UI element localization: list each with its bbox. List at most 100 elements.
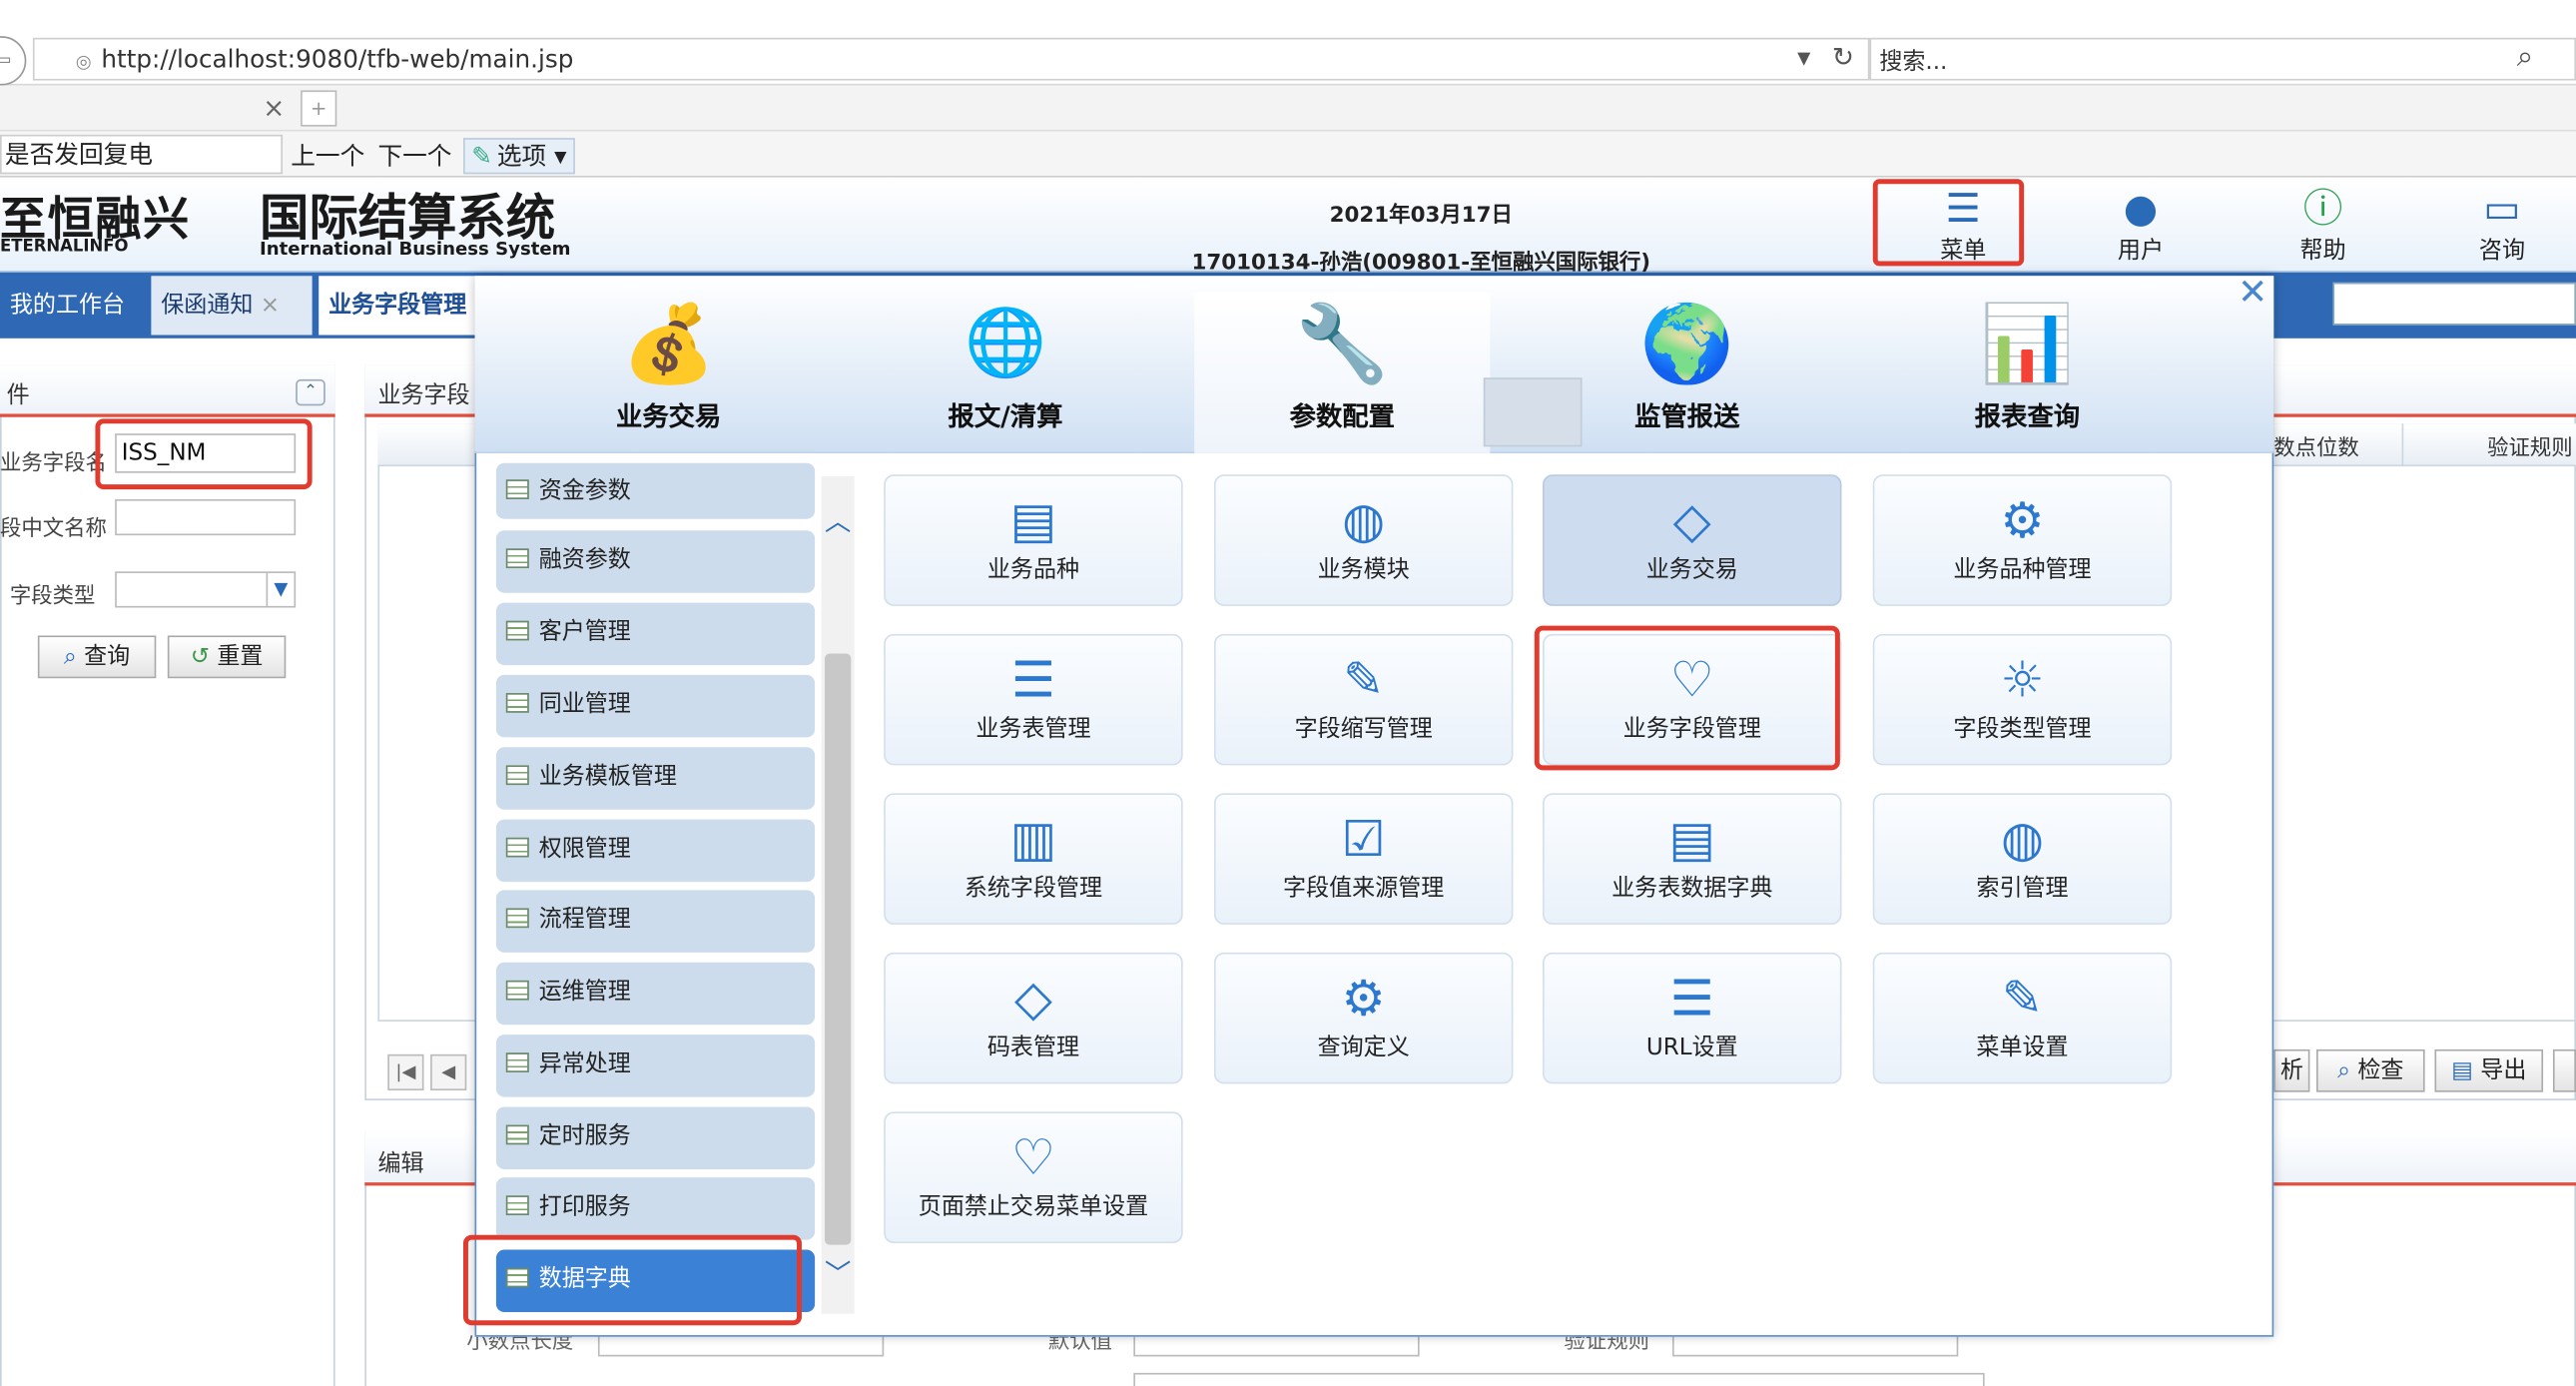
reset-button[interactable]: ↺ 重置 [167, 635, 287, 679]
side-item-ops[interactable]: 运维管理 [495, 962, 816, 1026]
list-icon: ☰ [1669, 970, 1714, 1029]
chevron-down-icon[interactable]: ﹀ [822, 1251, 855, 1290]
category-report-query[interactable]: 📊 报表查询 [1879, 293, 2175, 453]
card-code-table[interactable]: ◇ 码表管理 [884, 952, 1183, 1084]
tab-guarantee-notice[interactable]: 保函通知 × [151, 276, 313, 336]
card-business-module[interactable]: ◍ 业务模块 [1213, 474, 1514, 606]
side-item-fund-params[interactable]: 资金参数 [495, 462, 816, 519]
bar-chart-icon: 📊 [1980, 299, 2075, 388]
collapse-icon[interactable]: ⌃ [296, 378, 325, 406]
card-table-dictionary[interactable]: ▤ 业务表数据字典 [1543, 793, 1842, 925]
query-button[interactable]: ⌕ 查询 [37, 635, 157, 679]
dropdown-icon[interactable]: ▾ [1797, 41, 1810, 72]
card-system-field[interactable]: ▥ 系统字段管理 [884, 793, 1183, 925]
card-page-forbid-menu[interactable]: ♡ 页面禁止交易菜单设置 [884, 1111, 1183, 1243]
chat-icon: ▭ [2483, 185, 2521, 232]
field-cn-name-input[interactable] [115, 498, 297, 536]
id-card-icon: ▤ [1009, 492, 1057, 550]
new-tab-button[interactable]: + [301, 90, 337, 127]
card-field-type[interactable]: ☼ 字段类型管理 [1872, 633, 2173, 766]
search-icon: ⌕ [63, 643, 77, 670]
chevron-down-icon[interactable]: ▼ [266, 572, 295, 606]
current-user: 17010134-孙浩(009801-至恒融兴国际银行) [1191, 251, 1651, 277]
card-menu-settings[interactable]: ✎ 菜单设置 [1872, 952, 2173, 1084]
gear-icon: ⚙ [2000, 492, 2045, 550]
side-item-customer[interactable]: 客户管理 [495, 602, 816, 666]
tools-icon: 🔧 [1295, 299, 1390, 388]
query-panel-title: 件 [6, 382, 30, 409]
category-business-trade[interactable]: 💰 业务交易 [521, 293, 817, 453]
card-field-abbrev[interactable]: ✎ 字段缩写管理 [1213, 633, 1514, 766]
side-item-workflow[interactable]: 流程管理 [495, 890, 816, 953]
extra-input[interactable] [1133, 1372, 1985, 1386]
find-next-button[interactable]: 下一个 [377, 138, 451, 173]
chevron-up-icon[interactable]: ︿ [822, 499, 855, 538]
card-url-settings[interactable]: ☰ URL设置 [1543, 952, 1842, 1084]
highlight-data-dictionary [463, 1234, 802, 1326]
gear-icon: ⚙ [1341, 970, 1386, 1029]
swift-globe-icon: 🌐 [965, 305, 1046, 381]
first-page-icon[interactable]: |◀ [387, 1053, 424, 1091]
export-button[interactable]: ▤ 导出 [2434, 1048, 2544, 1092]
close-icon[interactable]: × [263, 92, 285, 123]
card-field-source[interactable]: ☑ 字段值来源管理 [1213, 793, 1514, 925]
card-index-management[interactable]: ◍ 索引管理 [1872, 793, 2173, 925]
placeholder-tile [1483, 377, 1583, 447]
highlight-menu [1872, 179, 2025, 267]
card-business-product[interactable]: ▤ 业务品种 [884, 474, 1183, 606]
consult-button[interactable]: ▭ 咨询 [2453, 184, 2552, 266]
scroll-thumb[interactable] [824, 653, 852, 1245]
refresh-icon[interactable]: ↻ [1832, 41, 1854, 72]
side-item-interbank[interactable]: 同业管理 [495, 674, 816, 738]
side-item-print[interactable]: 打印服务 [495, 1177, 816, 1240]
find-prev-button[interactable]: 上一个 [291, 138, 364, 173]
user-icon: ● [2123, 185, 2159, 232]
field-type-label: 字段类型 [9, 584, 96, 610]
analyze-button[interactable]: 析 [2273, 1048, 2310, 1092]
basketball-icon: ◍ [1342, 492, 1386, 550]
table-icon [505, 693, 529, 713]
tab-field-management[interactable]: 业务字段管理 [319, 276, 500, 336]
table-icon [505, 980, 529, 1001]
card-business-trade[interactable]: ◇ 业务交易 [1543, 474, 1842, 606]
card-query-definition[interactable]: ⚙ 查询定义 [1213, 952, 1514, 1084]
prev-page-icon[interactable]: ◀ [430, 1053, 467, 1091]
side-item-financing-params[interactable]: 融资参数 [495, 530, 816, 593]
sun-icon: ☼ [2000, 651, 2045, 710]
help-button[interactable]: ⓘ 帮助 [2273, 184, 2372, 266]
search-input[interactable] [1869, 37, 2576, 81]
table-icon [505, 479, 529, 499]
close-icon[interactable]: × [261, 293, 280, 319]
table-icon [505, 765, 529, 786]
page-icon: ◎ [75, 50, 92, 73]
search-icon[interactable]: ⌕ [2517, 39, 2534, 74]
side-item-permission[interactable]: 权限管理 [495, 819, 816, 883]
list-icon: ☰ [1010, 651, 1056, 710]
side-item-template[interactable]: 业务模板管理 [495, 747, 816, 810]
category-parameter-config[interactable]: 🔧 参数配置 [1194, 292, 1491, 453]
table-icon [505, 1195, 529, 1216]
pencil-icon: ✎ [471, 141, 492, 172]
field-cn-name-label: 段中文名称 [0, 517, 107, 542]
quick-search-input[interactable] [2332, 282, 2576, 326]
highlight-field-name [95, 418, 313, 490]
check-button[interactable]: ⌕ 检查 [2316, 1048, 2425, 1092]
basketball-icon: ◍ [2000, 811, 2045, 869]
heart-icon: ♡ [1010, 1129, 1056, 1188]
table-icon [505, 908, 529, 929]
list-panel-title: 业务字段 [377, 382, 470, 409]
card-product-management[interactable]: ⚙ 业务品种管理 [1872, 474, 2173, 606]
close-icon[interactable]: ✕ [2238, 273, 2267, 314]
category-regulatory-report[interactable]: 🌍 监管报送 [1540, 293, 1835, 453]
category-message-clearing[interactable]: 🌐 报文/清算 [858, 293, 1153, 453]
table-icon [505, 837, 529, 858]
card-table-management[interactable]: ☰ 业务表管理 [884, 633, 1183, 766]
side-item-scheduled[interactable]: 定时服务 [495, 1106, 816, 1169]
find-input[interactable]: 是否发回复电 [0, 134, 284, 175]
user-button[interactable]: ● 用户 [2092, 184, 2191, 266]
edit-icon: ✎ [2001, 970, 2044, 1029]
side-item-exception[interactable]: 异常处理 [495, 1035, 816, 1097]
tab-workbench[interactable]: 我的工作台 [0, 276, 135, 335]
find-options-button[interactable]: ✎ 选项 ▾ [463, 138, 575, 175]
more-button[interactable] [2552, 1048, 2576, 1092]
